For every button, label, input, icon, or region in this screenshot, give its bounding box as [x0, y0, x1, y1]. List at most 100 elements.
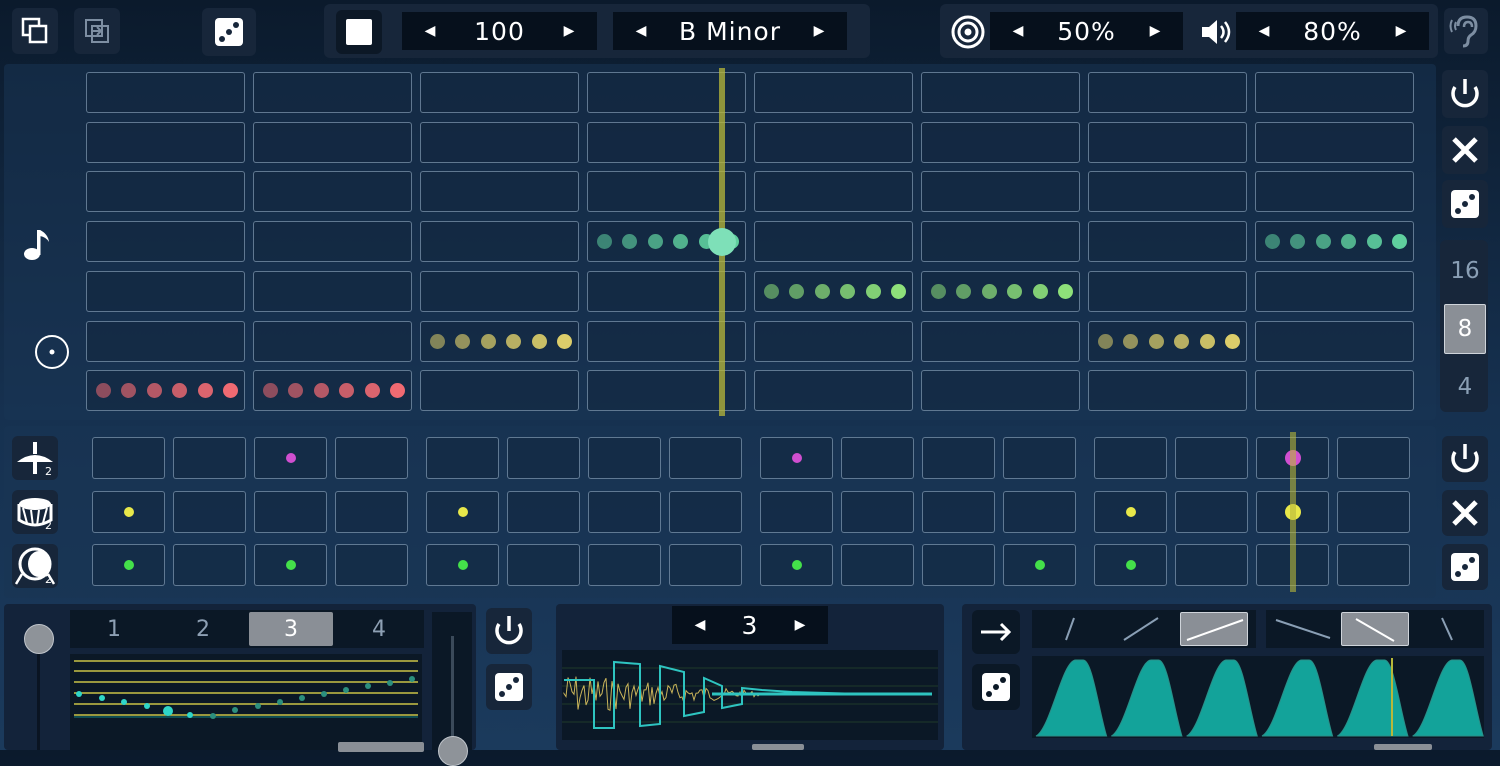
duplicate-button[interactable] — [12, 8, 58, 54]
drum-cell[interactable] — [1175, 437, 1248, 479]
melody-cell[interactable] — [420, 370, 579, 412]
melody-cell[interactable] — [1088, 221, 1247, 263]
resolution-option[interactable]: 16 — [1444, 246, 1486, 296]
drum-cell[interactable] — [669, 544, 742, 586]
direction-button[interactable] — [972, 610, 1020, 654]
drum-row-snare[interactable]: 2 — [12, 490, 58, 534]
waveform-prev-icon[interactable]: ◀ — [690, 617, 710, 633]
melody-cell[interactable] — [921, 320, 1080, 362]
melody-cell[interactable] — [86, 121, 245, 163]
waveform-bottom-handle[interactable] — [752, 744, 804, 750]
melody-cell[interactable] — [420, 221, 579, 263]
drum-cell[interactable] — [669, 491, 742, 533]
tempo-stepper[interactable]: ◀ 100 ▶ — [402, 12, 597, 50]
melody-randomize-button[interactable] — [1442, 180, 1488, 228]
drum-cell[interactable] — [1175, 491, 1248, 533]
pitch-tab[interactable]: 2 — [161, 612, 245, 646]
pitch-bottom-bar[interactable] — [338, 742, 424, 752]
melody-cell[interactable] — [253, 320, 412, 362]
release-shape-slow[interactable] — [1272, 612, 1334, 646]
melody-cell[interactable] — [1088, 121, 1247, 163]
export-button[interactable] — [74, 8, 120, 54]
drum-cell[interactable] — [1094, 437, 1167, 479]
drum-cell[interactable] — [588, 437, 661, 479]
scale-stepper[interactable]: ◀ B Minor ▶ — [613, 12, 847, 50]
pitch-power-button[interactable] — [486, 608, 532, 654]
melody-cell[interactable] — [420, 171, 579, 213]
melody-cell[interactable] — [921, 221, 1080, 263]
randomize-button[interactable] — [202, 8, 256, 56]
melody-cell[interactable] — [253, 72, 412, 113]
drum-cell[interactable] — [426, 437, 499, 479]
melody-cell[interactable] — [754, 121, 913, 163]
melody-cell[interactable] — [253, 270, 412, 312]
drum-cell[interactable] — [173, 544, 246, 586]
melody-cell[interactable] — [86, 221, 245, 263]
melody-cell[interactable] — [921, 370, 1080, 412]
attack-shape-slow[interactable] — [1180, 612, 1248, 646]
melody-cell[interactable] — [1255, 270, 1414, 312]
pitch-tab[interactable]: 1 — [72, 612, 156, 646]
melody-cell[interactable] — [86, 270, 245, 312]
drum-cell[interactable] — [922, 437, 995, 479]
drum-cell[interactable] — [335, 544, 408, 586]
pitch-tab[interactable]: 4 — [337, 612, 421, 646]
volume-stepper[interactable]: ◀ 80% ▶ — [1236, 12, 1429, 50]
pitch-slider-knob[interactable] — [438, 736, 468, 766]
drum-cell[interactable] — [841, 437, 914, 479]
tempo-decrease-icon[interactable]: ◀ — [420, 23, 440, 39]
envelope-randomize-button[interactable] — [972, 664, 1020, 710]
accuracy-decrease-icon[interactable]: ◀ — [1008, 23, 1028, 39]
melody-record-icon[interactable] — [32, 332, 72, 372]
melody-cell[interactable] — [1255, 171, 1414, 213]
melody-cell[interactable] — [754, 221, 913, 263]
attack-shape-medium[interactable] — [1110, 612, 1172, 646]
melody-cell[interactable] — [1088, 370, 1247, 412]
drum-cell[interactable] — [173, 437, 246, 479]
drum-cell[interactable] — [254, 491, 327, 533]
drum-randomize-button[interactable] — [1442, 544, 1488, 590]
melody-cell[interactable] — [420, 270, 579, 312]
melody-cell[interactable] — [1255, 72, 1414, 113]
release-shape-medium[interactable] — [1341, 612, 1409, 646]
drum-clear-button[interactable] — [1442, 490, 1488, 536]
melody-cell[interactable] — [420, 72, 579, 113]
volume-decrease-icon[interactable]: ◀ — [1254, 23, 1274, 39]
melody-cell[interactable] — [86, 72, 245, 113]
scale-prev-icon[interactable]: ◀ — [631, 23, 651, 39]
melody-cell[interactable] — [420, 121, 579, 163]
melody-cell[interactable] — [921, 121, 1080, 163]
melody-cell[interactable] — [86, 171, 245, 213]
drum-cell[interactable] — [335, 491, 408, 533]
drum-cell[interactable] — [1337, 491, 1410, 533]
melody-cell[interactable] — [754, 370, 913, 412]
melody-power-button[interactable] — [1442, 70, 1488, 118]
drum-cell[interactable] — [922, 544, 995, 586]
release-shape-steep[interactable] — [1416, 612, 1478, 646]
melody-cell[interactable] — [86, 320, 245, 362]
waveform-stepper[interactable]: ◀ 3 ▶ — [672, 606, 828, 644]
drum-cell[interactable] — [841, 544, 914, 586]
attack-shape-steep[interactable] — [1040, 612, 1100, 646]
drum-cell[interactable] — [760, 491, 833, 533]
left-slider-knob[interactable] — [24, 624, 54, 654]
drum-cell[interactable] — [669, 437, 742, 479]
drum-row-hihat[interactable]: 2 — [12, 436, 58, 480]
melody-cell[interactable] — [253, 171, 412, 213]
accuracy-stepper[interactable]: ◀ 50% ▶ — [990, 12, 1183, 50]
drum-cell[interactable] — [335, 437, 408, 479]
melody-cell[interactable] — [921, 171, 1080, 213]
melody-cell[interactable] — [754, 72, 913, 113]
melody-cell[interactable] — [754, 171, 913, 213]
volume-increase-icon[interactable]: ▶ — [1391, 23, 1411, 39]
drum-cell[interactable] — [1337, 544, 1410, 586]
pitch-randomize-button[interactable] — [486, 664, 532, 710]
resolution-option[interactable]: 8 — [1444, 304, 1486, 354]
resolution-option[interactable]: 4 — [1444, 362, 1486, 412]
drum-cell[interactable] — [507, 544, 580, 586]
drum-cell[interactable] — [588, 491, 661, 533]
melody-cell[interactable] — [1255, 370, 1414, 412]
drum-cell[interactable] — [507, 437, 580, 479]
melody-cell[interactable] — [1088, 171, 1247, 213]
pitch-tab[interactable]: 3 — [249, 612, 333, 646]
